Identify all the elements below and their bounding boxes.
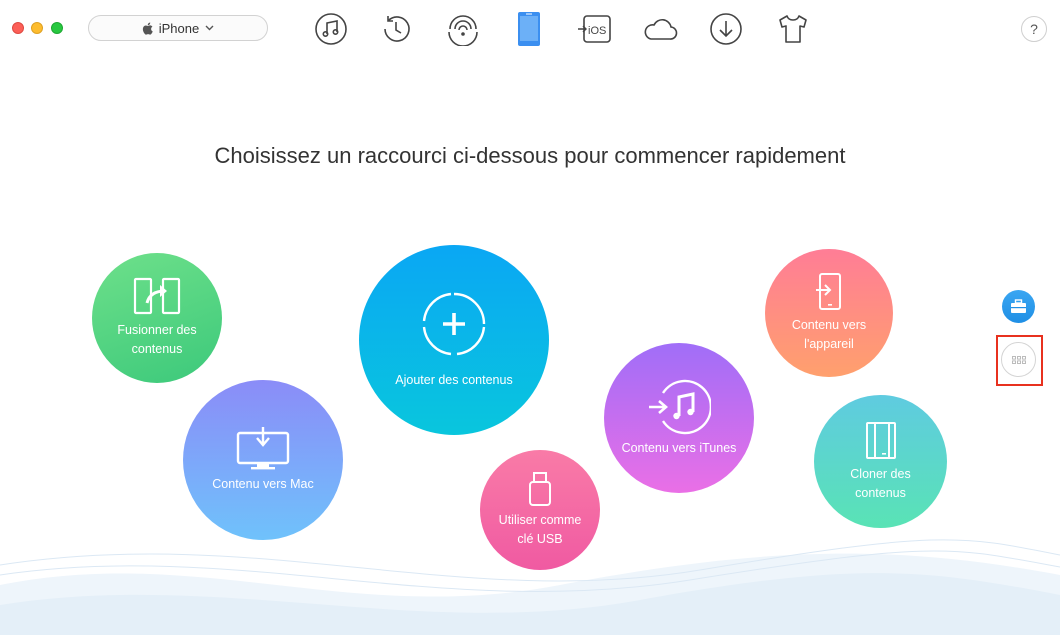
device-selector-label: iPhone bbox=[158, 20, 200, 36]
wifi-icon[interactable] bbox=[444, 10, 482, 48]
mac-monitor-icon bbox=[236, 426, 290, 469]
content-to-mac-label: Contenu vers Mac bbox=[212, 476, 314, 491]
clone-content-button[interactable]: Cloner des contenus bbox=[814, 395, 947, 528]
main-area: Choisissez un raccourci ci-dessous pour … bbox=[0, 57, 1060, 635]
chevron-down-icon bbox=[205, 25, 214, 31]
window-maximize-button[interactable] bbox=[51, 22, 63, 34]
help-button-label: ? bbox=[1030, 21, 1038, 37]
ios-mover-icon[interactable]: iOS bbox=[575, 10, 613, 48]
help-button[interactable]: ? bbox=[1021, 16, 1047, 42]
use-as-usb-label: Utiliser comme clé USB bbox=[498, 513, 582, 546]
cloud-icon[interactable] bbox=[641, 10, 679, 48]
content-to-itunes-label: Contenu vers iTunes bbox=[621, 440, 737, 455]
toolbox-button[interactable] bbox=[1002, 290, 1035, 323]
device-icon[interactable] bbox=[510, 10, 548, 48]
window-minimize-button[interactable] bbox=[31, 22, 43, 34]
apple-icon bbox=[142, 22, 153, 35]
itunes-icon bbox=[649, 379, 711, 434]
content-to-device-label: Contenu vers l'appareil bbox=[791, 318, 867, 351]
add-content-button[interactable]: Ajouter des contenus bbox=[359, 245, 549, 435]
merge-content-button[interactable]: Fusionner des contenus bbox=[92, 253, 222, 383]
content-to-itunes-button[interactable]: Contenu vers iTunes bbox=[604, 343, 754, 493]
tshirt-icon[interactable] bbox=[774, 10, 812, 48]
svg-text:iOS: iOS bbox=[588, 25, 606, 37]
toolbox-icon bbox=[1011, 299, 1026, 313]
history-icon[interactable] bbox=[377, 10, 415, 48]
download-icon[interactable] bbox=[707, 10, 745, 48]
device-selector[interactable]: iPhone bbox=[88, 15, 268, 41]
content-to-mac-button[interactable]: Contenu vers Mac bbox=[183, 380, 343, 540]
content-to-device-button[interactable]: Contenu vers l'appareil bbox=[765, 249, 893, 377]
grid-icon bbox=[1011, 355, 1026, 364]
grid-view-button[interactable] bbox=[1001, 342, 1036, 377]
add-content-label: Ajouter des contenus bbox=[395, 372, 513, 387]
clone-content-label: Cloner des contenus bbox=[850, 466, 911, 500]
window-close-button[interactable] bbox=[12, 22, 24, 34]
clone-icon bbox=[865, 421, 896, 459]
phone-import-icon bbox=[816, 273, 841, 310]
music-icon[interactable] bbox=[312, 10, 350, 48]
merge-content-label: Fusionner des contenus bbox=[117, 323, 197, 356]
merge-icon bbox=[133, 277, 181, 315]
usb-drive-icon bbox=[529, 472, 551, 506]
page-title: Choisissez un raccourci ci-dessous pour … bbox=[214, 143, 846, 168]
use-as-usb-button[interactable]: Utiliser comme clé USB bbox=[480, 450, 600, 570]
title-bar: iPhone iOS ? bbox=[0, 0, 1060, 57]
add-plus-icon bbox=[422, 292, 486, 355]
